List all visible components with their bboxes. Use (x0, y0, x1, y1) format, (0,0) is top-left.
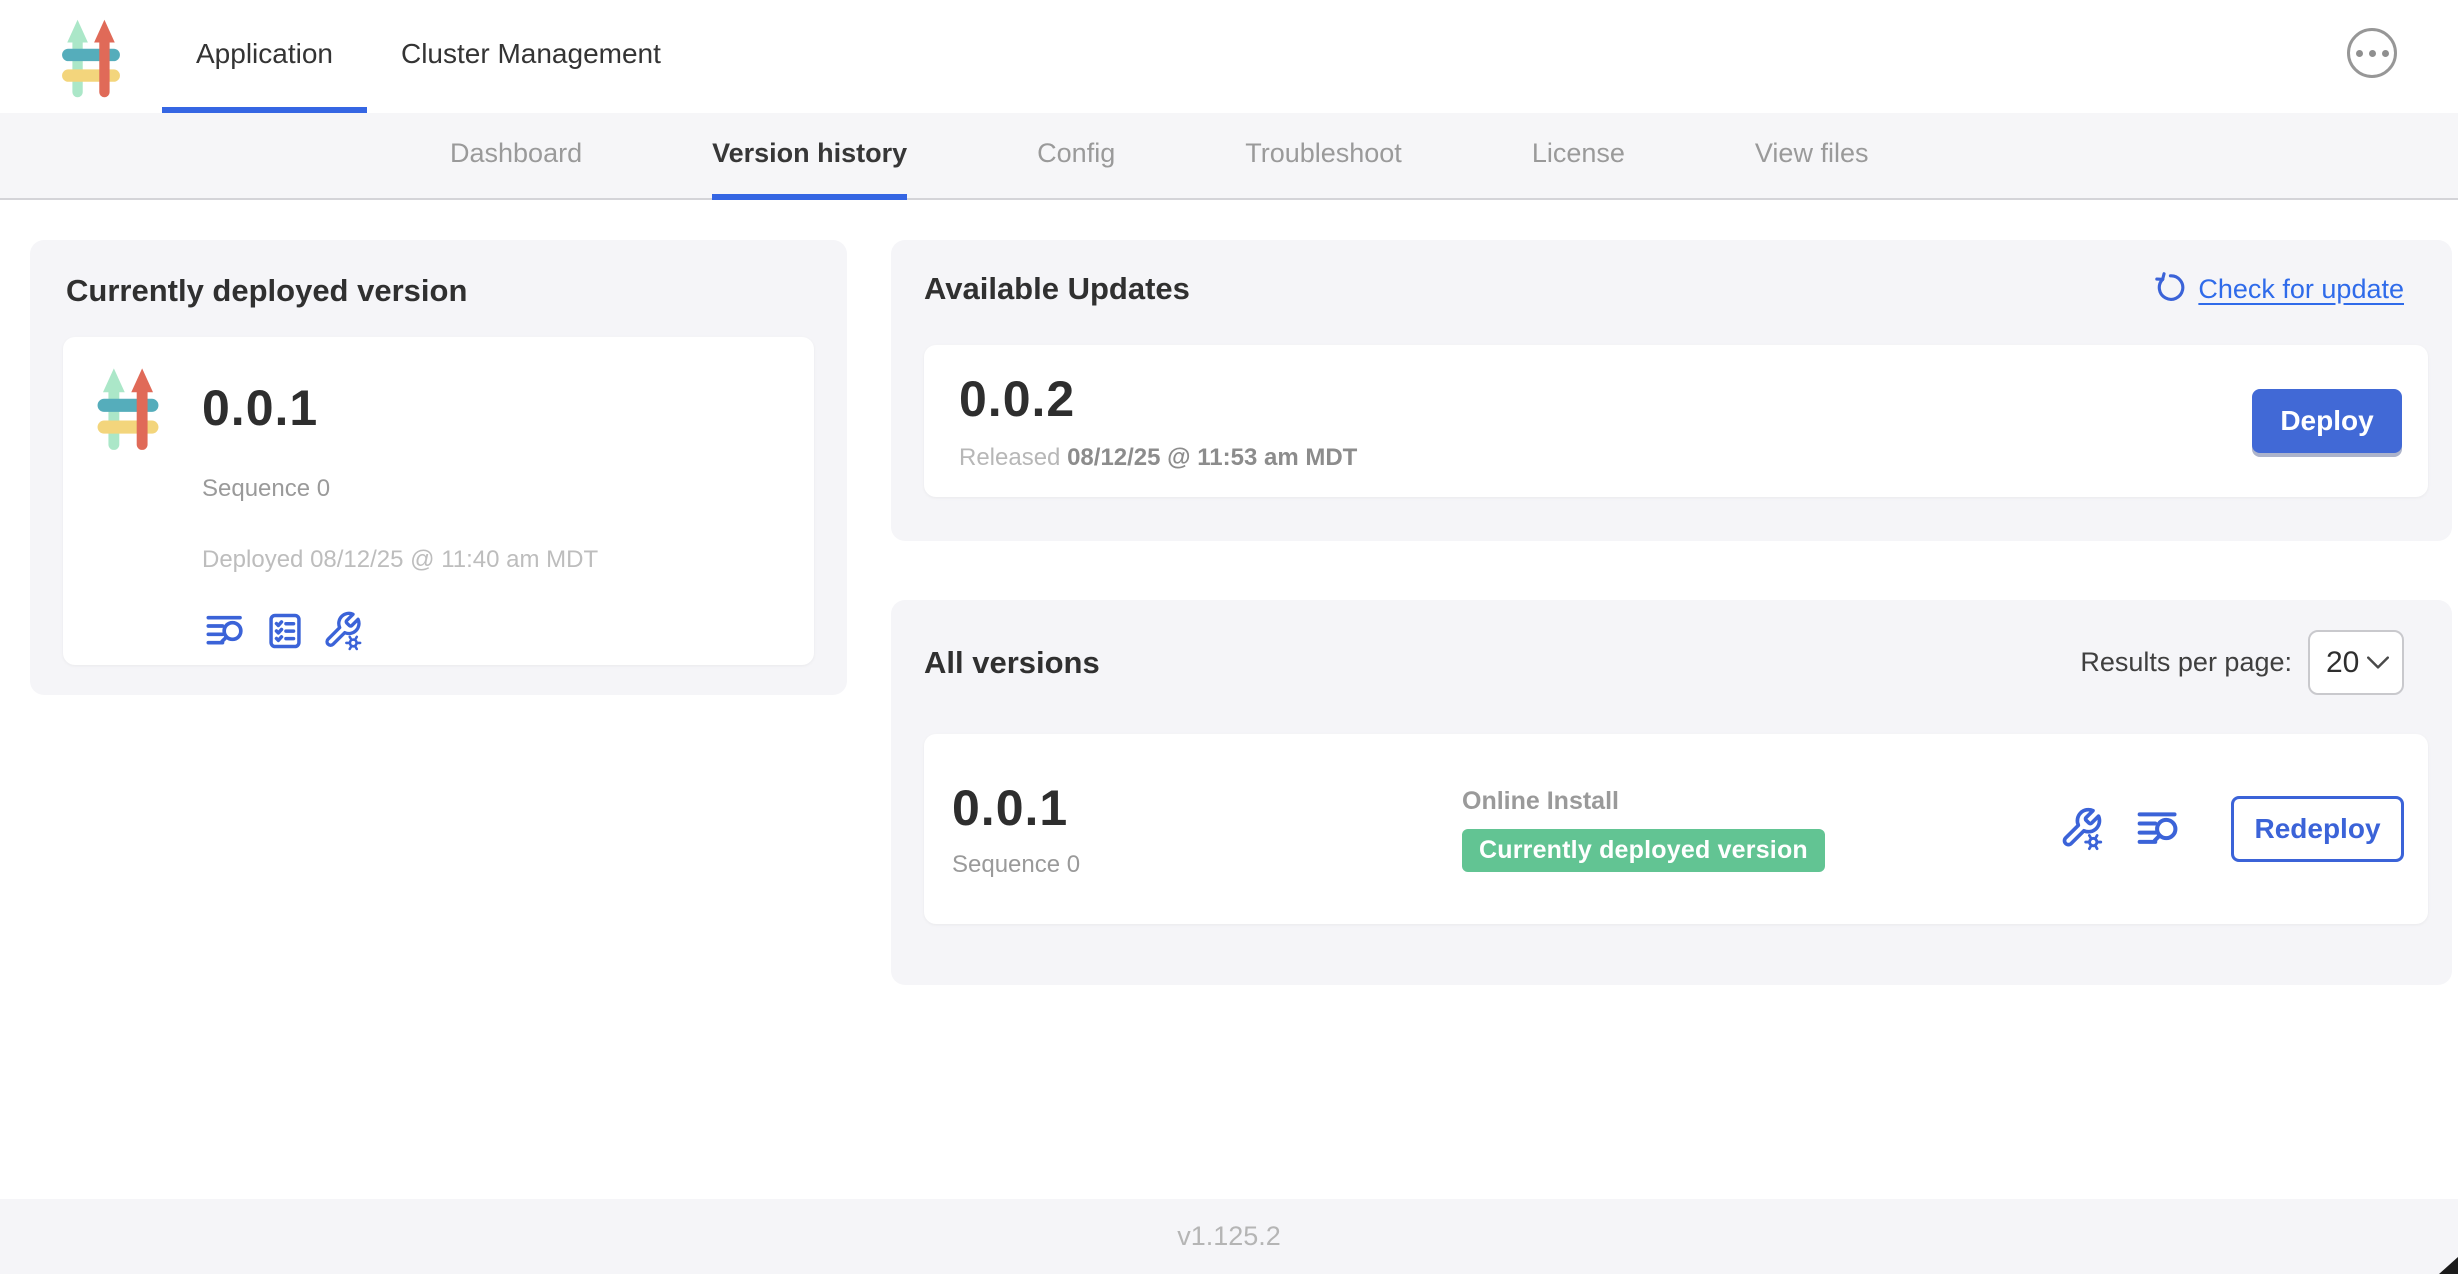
preflight-checks-button[interactable] (266, 611, 304, 651)
tab-view-files[interactable]: View files (1755, 113, 1869, 200)
update-version-number: 0.0.2 (959, 370, 1357, 428)
edit-config-button[interactable] (322, 610, 364, 652)
tab-version-history[interactable]: Version history (712, 113, 907, 200)
chevron-down-icon (2367, 656, 2389, 669)
deployed-card-title: Currently deployed version (66, 272, 814, 310)
available-update-row: 0.0.2 Released 08/12/25 @ 11:53 am MDT D… (924, 345, 2428, 497)
row-version-number: 0.0.1 (952, 779, 1462, 837)
deployed-sequence-label: Sequence 0 (202, 475, 598, 503)
currently-deployed-badge: Currently deployed version (1462, 829, 1825, 872)
tab-config[interactable]: Config (1037, 113, 1115, 200)
available-updates-title: Available Updates (924, 270, 1190, 308)
version-row: 0.0.1 Sequence 0 Online Install Currentl… (924, 734, 2428, 924)
app-logo-icon (91, 364, 165, 451)
tab-dashboard[interactable]: Dashboard (450, 113, 582, 200)
top-tab-cluster-management[interactable]: Cluster Management (367, 0, 695, 113)
deployed-actions (202, 610, 598, 652)
redeploy-button[interactable]: Redeploy (2231, 796, 2404, 862)
app-logo-icon (60, 15, 122, 99)
all-versions-title: All versions (924, 644, 1100, 682)
refresh-icon (2152, 272, 2186, 306)
version-history-page: Application Cluster Management Dashboard… (0, 0, 2458, 1274)
currently-deployed-card: Currently deployed version 0.0.1 Sequenc… (30, 240, 847, 695)
app-level-tabs: Application Cluster Management (162, 0, 695, 113)
all-versions-card: All versions Results per page: 20 0.0.1 … (891, 600, 2452, 985)
deployed-version-panel: 0.0.1 Sequence 0 Deployed 08/12/25 @ 11:… (63, 337, 814, 665)
ellipsis-icon (2356, 50, 2363, 57)
config-icon (2059, 806, 2105, 852)
config-icon (322, 610, 364, 652)
results-per-page-label: Results per page: (2080, 647, 2292, 678)
release-notes-button[interactable] (2133, 807, 2183, 851)
preflight-checks-icon (266, 611, 304, 651)
top-navbar: Application Cluster Management (0, 0, 2458, 113)
tab-troubleshoot[interactable]: Troubleshoot (1245, 113, 1402, 200)
footer: v1.125.2 (0, 1199, 2458, 1274)
top-tab-application[interactable]: Application (162, 0, 367, 113)
overflow-menu-button[interactable] (2347, 28, 2397, 78)
check-for-update-link[interactable]: Check for update (2152, 272, 2404, 306)
results-per-page-select[interactable]: 20 (2308, 630, 2404, 695)
deployed-timestamp: Deployed 08/12/25 @ 11:40 am MDT (202, 546, 598, 574)
released-timestamp: Released 08/12/25 @ 11:53 am MDT (959, 444, 1357, 472)
edit-config-button[interactable] (2059, 806, 2105, 852)
deploy-button[interactable]: Deploy (2252, 389, 2402, 453)
console-version-label: v1.125.2 (1177, 1221, 1281, 1252)
install-type-label: Online Install (1462, 787, 1825, 816)
release-notes-icon (202, 611, 248, 651)
tab-license[interactable]: License (1532, 113, 1625, 200)
deployed-version-number: 0.0.1 (202, 379, 318, 437)
release-notes-button[interactable] (202, 611, 248, 651)
available-updates-card: Available Updates Check for update 0.0.2… (891, 240, 2452, 541)
app-section-tabs: Dashboard Version history Config Trouble… (0, 113, 2458, 200)
release-notes-icon (2133, 807, 2183, 851)
row-sequence-label: Sequence 0 (952, 851, 1462, 879)
